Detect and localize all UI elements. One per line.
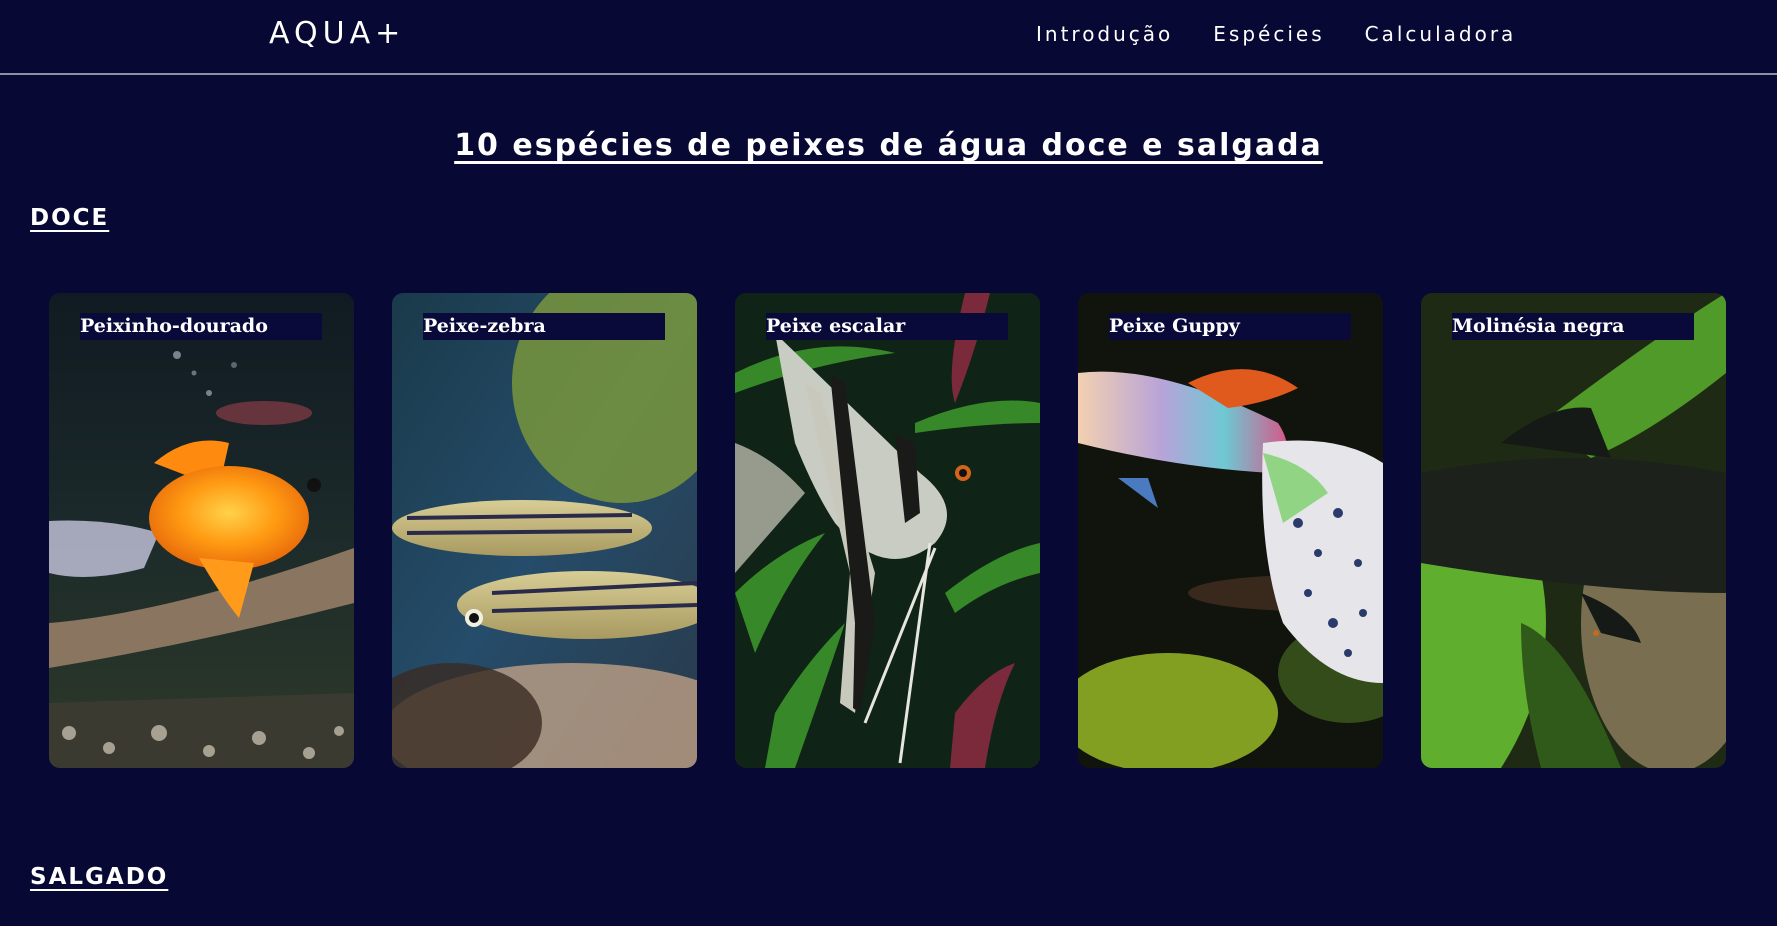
species-card-goldfish[interactable]: Peixinho-dourado — [49, 293, 354, 768]
top-navbar: AQUA+ Introdução Espécies Calculadora — [0, 0, 1777, 75]
species-label-zebrafish: Peixe-zebra — [423, 313, 665, 340]
page-title: 10 espécies de peixes de água doce e sal… — [454, 128, 1323, 163]
section-title-doce: DOCE — [30, 205, 110, 231]
species-card-black-molly[interactable]: Molinésia negra — [1421, 293, 1726, 768]
species-label-black-molly: Molinésia negra — [1452, 313, 1694, 340]
goldfish-photo — [49, 293, 354, 768]
black-molly-photo — [1421, 293, 1726, 768]
zebrafish-photo — [392, 293, 697, 768]
species-label-angelfish: Peixe escalar — [766, 313, 1008, 340]
angelfish-photo — [735, 293, 1040, 768]
species-card-angelfish[interactable]: Peixe escalar — [735, 293, 1040, 768]
nav-link-calculadora[interactable]: Calculadora — [1365, 22, 1517, 46]
guppy-photo — [1078, 293, 1383, 768]
site-logo[interactable]: AQUA+ — [269, 16, 405, 51]
nav-link-introducao[interactable]: Introdução — [1036, 22, 1173, 46]
species-card-guppy[interactable]: Peixe Guppy — [1078, 293, 1383, 768]
species-label-goldfish: Peixinho-dourado — [80, 313, 322, 340]
species-card-zebrafish[interactable]: Peixe-zebra — [392, 293, 697, 768]
nav-link-especies[interactable]: Espécies — [1213, 22, 1324, 46]
species-label-guppy: Peixe Guppy — [1109, 313, 1351, 340]
main-nav: Introdução Espécies Calculadora — [1036, 22, 1556, 46]
section-title-salgado: SALGADO — [30, 864, 169, 890]
